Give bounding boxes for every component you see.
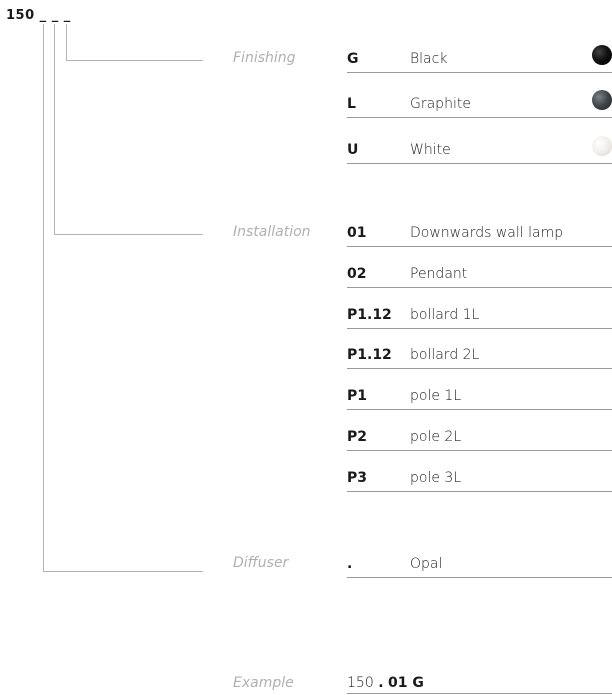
option-code: L <box>347 96 356 112</box>
option-code: 02 <box>347 266 367 282</box>
connector-horizontal-finishing <box>66 60 203 61</box>
option-label: pole 1L <box>410 388 462 404</box>
option-code: 01 <box>347 225 367 241</box>
option-label: Pendant <box>410 266 468 282</box>
example-rest: 01 G <box>387 675 424 691</box>
product-code-header: 150 _ _ _ <box>6 8 71 23</box>
graphite-swatch-icon <box>592 90 612 110</box>
connector-horizontal-diffuser <box>43 571 203 572</box>
installation-option[interactable]: P2 pole 2L <box>347 428 612 451</box>
installation-option[interactable]: 01 Downwards wall lamp <box>347 224 612 247</box>
option-code: P3 <box>347 470 368 486</box>
option-label: Downwards wall lamp <box>410 225 564 241</box>
example-label: Example <box>233 675 294 691</box>
example-separator: . <box>378 675 384 691</box>
option-label: White <box>410 142 451 158</box>
example-base: 150 <box>347 675 374 691</box>
option-code: G <box>347 51 359 67</box>
finishing-option-black[interactable]: G Black <box>347 45 612 73</box>
installation-option[interactable]: P3 pole 3L <box>347 469 612 492</box>
option-label: Opal <box>410 556 443 572</box>
installation-option[interactable]: 02 Pendant <box>347 265 612 288</box>
option-label: pole 2L <box>410 429 462 445</box>
diffuser-label: Diffuser <box>233 555 289 571</box>
connector-vertical-installation <box>54 24 55 234</box>
installation-option[interactable]: P1.12 bollard 1L <box>347 306 612 329</box>
option-label: pole 3L <box>410 470 462 486</box>
option-label: Graphite <box>410 96 471 112</box>
white-swatch-icon <box>592 136 612 156</box>
installation-label: Installation <box>233 224 311 240</box>
installation-option[interactable]: P1.12 bollard 2L <box>347 346 612 369</box>
finishing-option-graphite[interactable]: L Graphite <box>347 90 612 118</box>
example-code: 150 . 01 G <box>347 675 612 694</box>
option-label: Black <box>410 51 448 67</box>
connector-horizontal-installation <box>54 234 203 235</box>
option-code: P1.12 <box>347 307 392 323</box>
option-label: bollard 1L <box>410 307 480 323</box>
connector-vertical-finishing <box>66 24 67 60</box>
black-swatch-icon <box>592 45 612 65</box>
option-code: U <box>347 142 359 158</box>
option-code: . <box>347 556 353 572</box>
installation-option[interactable]: P1 pole 1L <box>347 387 612 410</box>
option-label: bollard 2L <box>410 347 480 363</box>
finishing-label: Finishing <box>233 50 296 66</box>
connector-vertical-diffuser <box>43 24 44 571</box>
option-code: P1 <box>347 388 368 404</box>
option-code: P2 <box>347 429 368 445</box>
diffuser-option-opal[interactable]: . Opal <box>347 555 612 578</box>
option-code: P1.12 <box>347 347 392 363</box>
finishing-option-white[interactable]: U White <box>347 136 612 164</box>
